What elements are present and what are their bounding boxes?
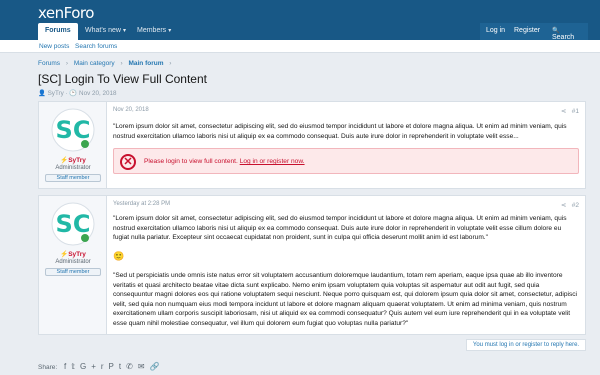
clock-icon: 🕒	[69, 90, 78, 97]
site-logo[interactable]: xenForo	[38, 4, 94, 22]
bolt-icon: ⚡	[60, 251, 69, 258]
google-plus-icon[interactable]: G+	[80, 362, 101, 371]
post-actions: ⋖ #2	[561, 201, 579, 209]
reply-login-notice[interactable]: You must log in or register to reply her…	[466, 339, 586, 351]
login-button[interactable]: Log in	[480, 23, 512, 40]
post-date[interactable]: Yesterday at 2:28 PM	[113, 201, 170, 207]
breadcrumb-separator: ›	[169, 60, 172, 67]
email-icon[interactable]: ✉	[138, 362, 150, 371]
post-username[interactable]: ⚡SyTry	[39, 156, 107, 164]
page-title: [SC] Login To View Full Content	[38, 72, 207, 86]
login-register-link[interactable]: Log in or register now.	[240, 158, 305, 165]
link-icon[interactable]: 🔗	[150, 362, 165, 371]
breadcrumb-forums[interactable]: Forums	[38, 60, 60, 67]
breadcrumb: Forums › Main category › Main forum ›	[38, 60, 175, 67]
tab-forums[interactable]: Forums	[38, 23, 78, 40]
smile-emoji: 🙂	[113, 251, 125, 261]
tab-whats-new[interactable]: What's new ▾	[78, 23, 133, 40]
post-username[interactable]: ⚡SyTry	[39, 250, 107, 258]
svg-text:SC: SC	[56, 210, 91, 238]
breadcrumb-separator: ›	[65, 60, 69, 67]
thread-meta: 👤 SyTry · 🕒 Nov 20, 2018	[38, 90, 117, 97]
sub-navigation: New posts Search forums	[0, 40, 600, 53]
post-number[interactable]: #1	[572, 108, 579, 115]
search-forums-link[interactable]: Search forums	[75, 43, 117, 50]
staff-badge: Staff member	[45, 174, 101, 182]
post-2: SC ⚡SyTry Administrator Staff member Yes…	[38, 195, 586, 335]
bolt-icon: ⚡	[60, 157, 69, 164]
post-user-column: SC ⚡SyTry Administrator Staff member	[39, 102, 107, 188]
share-icons: f𝕥G+rPt✆✉🔗	[64, 362, 165, 371]
breadcrumb-separator: ›	[120, 60, 123, 67]
twitter-icon[interactable]: 𝕥	[71, 362, 80, 371]
thread-date[interactable]: Nov 20, 2018	[79, 90, 116, 97]
post-date[interactable]: Nov 20, 2018	[113, 107, 149, 113]
post-user-title: Administrator	[55, 165, 91, 171]
avatar[interactable]: SC	[51, 108, 95, 152]
post-number[interactable]: #2	[572, 202, 579, 209]
error-icon: ✕	[120, 154, 136, 170]
post-user-title: Administrator	[55, 259, 91, 265]
breadcrumb-main-category[interactable]: Main category	[74, 60, 115, 67]
avatar[interactable]: SC	[51, 202, 95, 246]
share-icon[interactable]: ⋖	[561, 108, 566, 115]
chevron-down-icon: ▾	[168, 28, 172, 34]
whatsapp-icon[interactable]: ✆	[126, 362, 138, 371]
post-body: "Lorem ipsum dolor sit amet, consectetur…	[113, 215, 567, 241]
new-posts-link[interactable]: New posts	[39, 43, 69, 50]
user-icon: 👤	[38, 90, 46, 97]
register-button[interactable]: Register	[508, 23, 547, 40]
chevron-down-icon: ▾	[122, 28, 126, 34]
login-required-text: Please login to view full content. Log i…	[144, 158, 305, 165]
post-actions: ⋖ #1	[561, 107, 579, 115]
share-icon[interactable]: ⋖	[561, 202, 566, 209]
staff-badge: Staff member	[45, 268, 101, 276]
post-body-continued: "Sed ut perspiciatis unde omnis iste nat…	[113, 272, 578, 327]
share-label: Share:	[38, 364, 58, 371]
breadcrumb-main-forum[interactable]: Main forum	[128, 60, 163, 67]
login-required-notice: ✕ Please login to view full content. Log…	[113, 148, 579, 174]
search-button[interactable]: 🔍 Search	[546, 23, 588, 41]
post-1: SC ⚡SyTry Administrator Staff member Nov…	[38, 101, 586, 189]
reddit-icon[interactable]: r	[101, 362, 109, 371]
post-body: "Lorem ipsum dolor sit amet, consectetur…	[113, 123, 567, 140]
post-user-column: SC ⚡SyTry Administrator Staff member	[39, 196, 107, 334]
svg-text:SC: SC	[56, 116, 91, 144]
pinterest-icon[interactable]: P	[109, 362, 119, 371]
thread-author[interactable]: SyTry	[48, 90, 64, 97]
tab-members[interactable]: Members ▾	[130, 23, 178, 40]
